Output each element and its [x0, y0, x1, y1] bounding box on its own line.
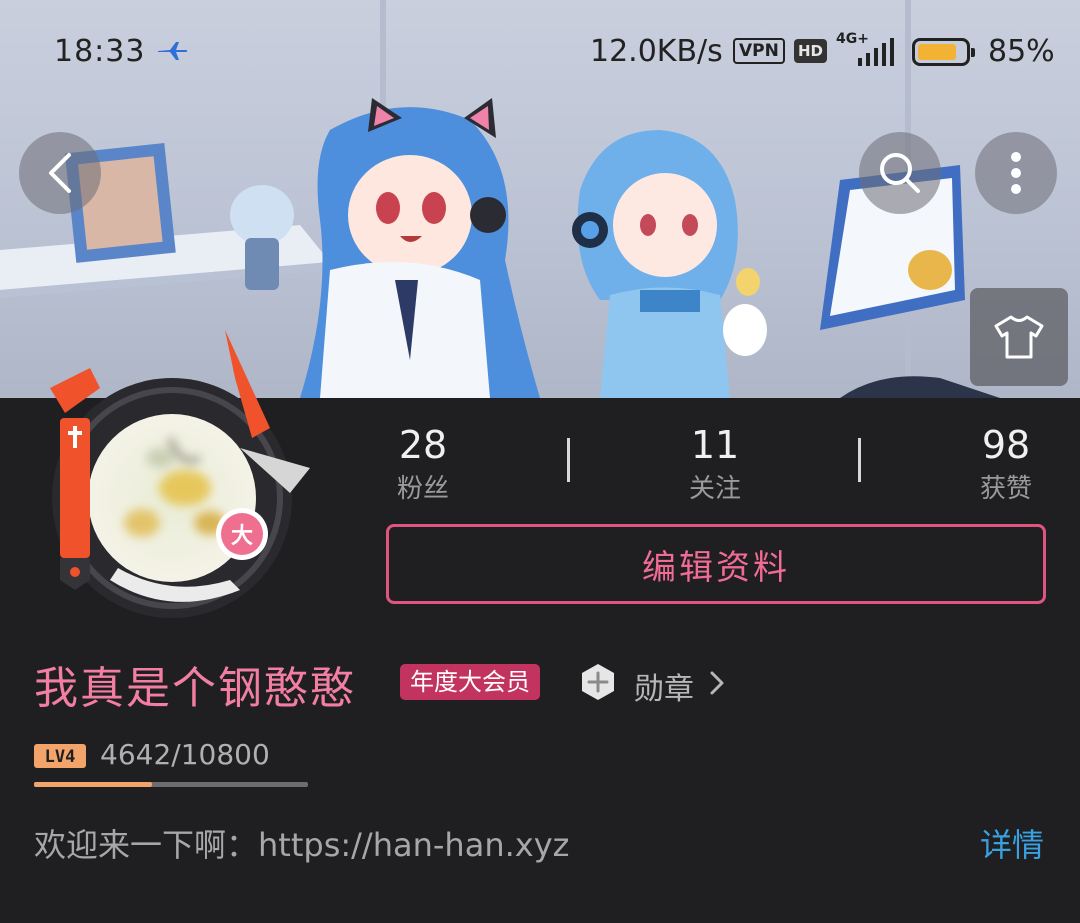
hd-indicator: HD: [794, 39, 828, 63]
followers-label: 粉丝: [396, 474, 449, 504]
search-button[interactable]: [859, 132, 941, 214]
back-button[interactable]: [19, 132, 101, 214]
edit-profile-button[interactable]: 编辑资料: [386, 524, 1046, 604]
avatar[interactable]: 大: [30, 318, 330, 618]
theme-button[interactable]: [970, 288, 1068, 386]
avatar-frame: 大: [50, 330, 310, 618]
battery-percent: 85%: [988, 34, 1055, 69]
battery-icon: [912, 38, 975, 66]
airplane-icon: [158, 42, 188, 60]
level-label: LV4: [45, 747, 76, 767]
more-vertical-icon: [1011, 152, 1021, 194]
likes-count: 98: [981, 423, 1031, 467]
status-time: 18:33: [54, 34, 146, 69]
experience-bar: [34, 782, 308, 787]
search-icon: [880, 153, 920, 193]
chevron-left-icon: [49, 153, 71, 193]
battery-fill: [918, 44, 957, 60]
level-badge: LV4: [34, 744, 86, 768]
following-count: 11: [690, 423, 740, 467]
medal-link[interactable]: 勋章: [634, 664, 694, 708]
avatar-vip-badge: 大: [231, 524, 253, 549]
more-button[interactable]: [975, 132, 1057, 214]
following-label: 关注: [688, 474, 741, 504]
chevron-right-icon: [710, 671, 724, 695]
likes-label: 获赞: [979, 474, 1032, 504]
vpn-indicator: VPN: [733, 38, 785, 64]
stat-divider: [567, 438, 570, 482]
medal-icon[interactable]: [578, 662, 618, 702]
net-speed: 12.0KB/s: [590, 34, 723, 69]
experience-text: 4642/10800: [100, 738, 270, 771]
stat-following[interactable]: 11 关注: [645, 424, 785, 505]
vip-badge[interactable]: 年度大会员: [400, 664, 540, 700]
stat-divider: [858, 438, 861, 482]
tshirt-icon: [994, 315, 1044, 359]
stat-likes[interactable]: 98 获赞: [936, 424, 1076, 505]
bio-text: 欢迎来一下啊：https://han-han.xyz: [34, 826, 570, 864]
experience-bar-fill: [34, 782, 152, 787]
username: 我真是个钢憨憨: [34, 663, 356, 714]
signal-icon: [858, 38, 894, 66]
followers-count: 28: [398, 423, 448, 467]
detail-link[interactable]: 详情: [980, 820, 1044, 866]
status-bar: 18:33 12.0KB/s VPN HD 4G+ 85%: [0, 26, 1080, 78]
stat-followers[interactable]: 28 粉丝: [353, 424, 493, 505]
